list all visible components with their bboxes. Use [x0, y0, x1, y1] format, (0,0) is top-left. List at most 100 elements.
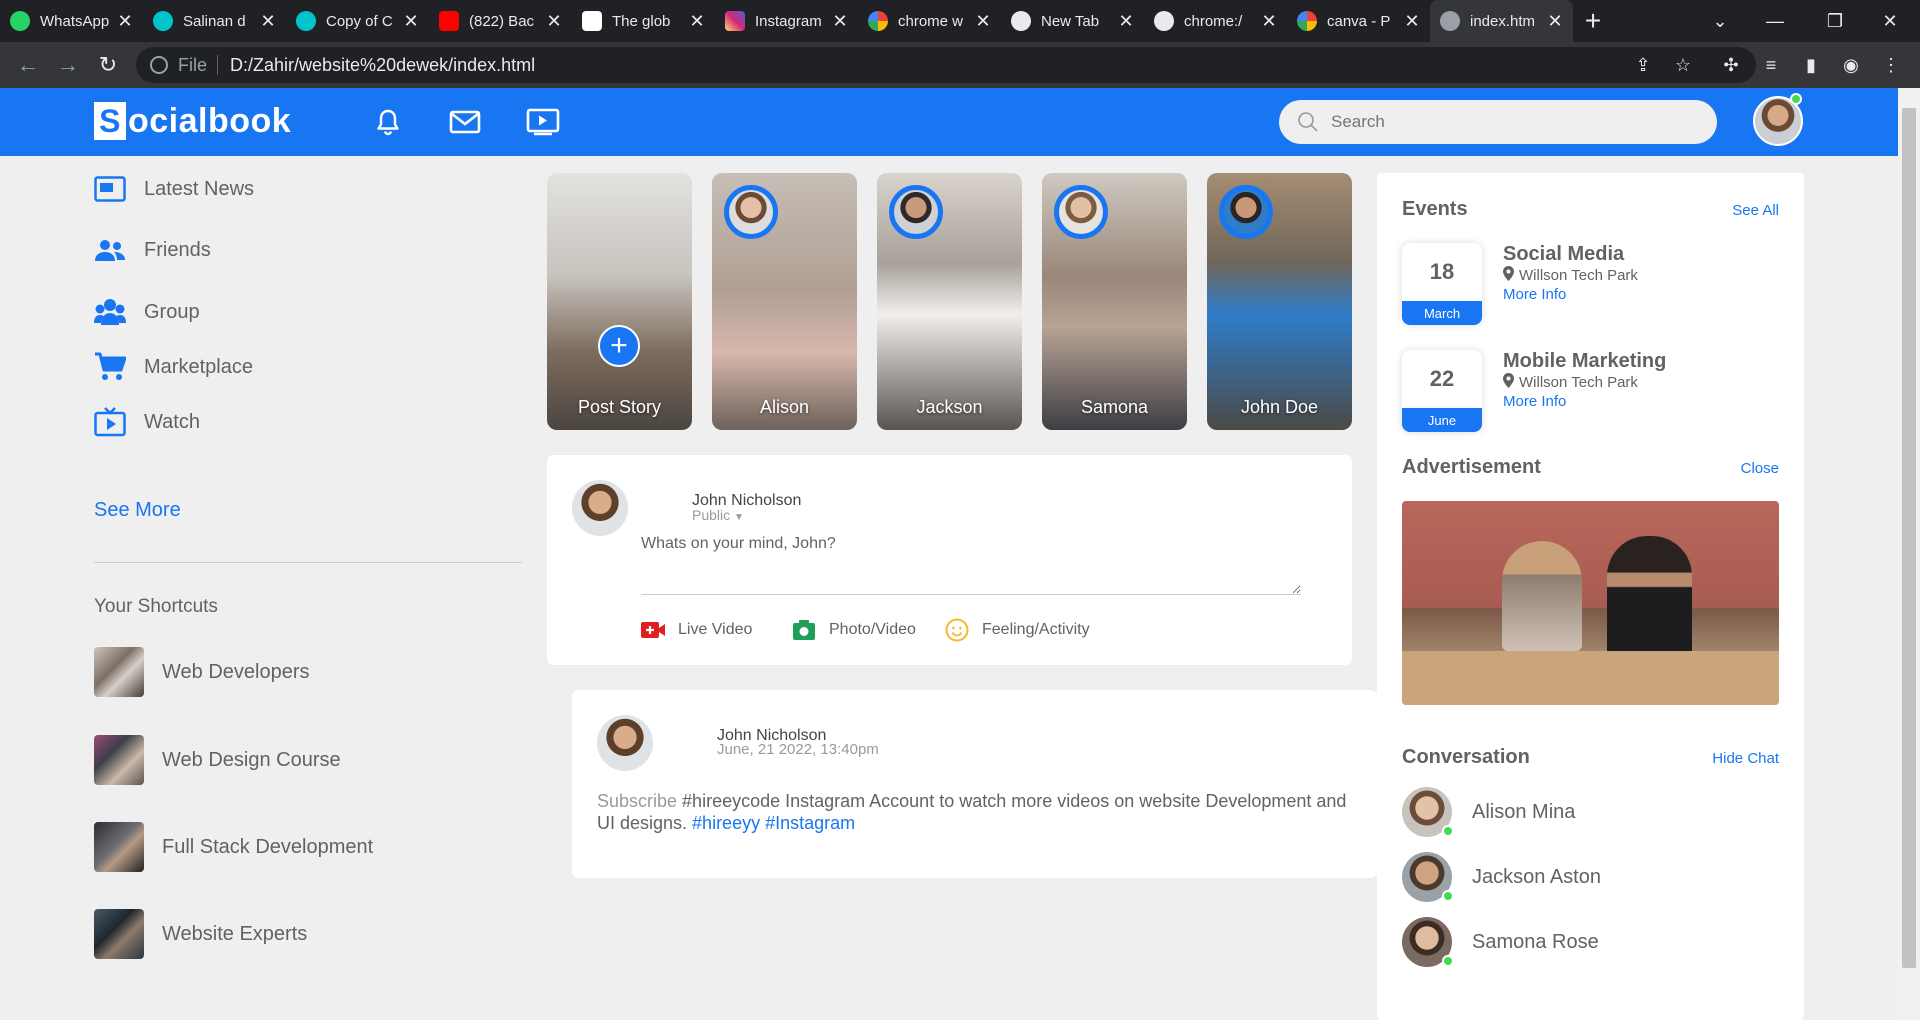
shortcut-web-design-course[interactable]: Web Design Course: [94, 735, 341, 785]
add-story-icon[interactable]: +: [598, 325, 640, 367]
right-sidebar: Events See All 18 March Social Media Wil…: [1377, 173, 1804, 1020]
sidebar-item-group[interactable]: Group: [94, 292, 200, 332]
minimize-button[interactable]: —: [1745, 0, 1805, 42]
user-avatar[interactable]: [597, 715, 653, 771]
sidebar-item-marketplace[interactable]: Marketplace: [94, 347, 253, 387]
chrome-icon: [1011, 11, 1031, 31]
story-john-doe[interactable]: John Doe: [1207, 173, 1352, 430]
bookmark-star-icon[interactable]: ☆: [1668, 50, 1698, 80]
share-icon[interactable]: ⇪: [1628, 50, 1658, 80]
close-icon[interactable]: ✕: [260, 11, 276, 32]
close-window-button[interactable]: ✕: [1860, 0, 1920, 42]
maximize-button[interactable]: ❐: [1805, 0, 1865, 42]
see-all-events-link[interactable]: See All: [1732, 202, 1779, 219]
inbox-mail-icon[interactable]: [447, 106, 483, 138]
story-alison[interactable]: Alison: [712, 173, 857, 430]
event-location: Willson Tech Park: [1503, 266, 1638, 285]
side-panel-icon[interactable]: ▮: [1796, 50, 1826, 80]
privacy-selector[interactable]: Public ▼: [692, 507, 744, 523]
media-queue-icon[interactable]: ≡: [1756, 50, 1786, 80]
sidebar-item-latest-news[interactable]: Latest News: [94, 169, 254, 209]
tab-search-icon[interactable]: ⌄: [1690, 0, 1750, 42]
browser-tab-chrome-settings[interactable]: chrome:/✕: [1144, 0, 1287, 42]
close-icon[interactable]: ✕: [1404, 11, 1420, 32]
shortcut-website-experts[interactable]: Website Experts: [94, 909, 307, 959]
story-avatar: [1219, 185, 1273, 239]
feeling-activity-button[interactable]: Feeling/Activity: [944, 615, 1090, 645]
address-bar[interactable]: File D:/Zahir/website%20dewek/index.html: [136, 47, 1756, 83]
event-more-info-link[interactable]: More Info: [1503, 286, 1566, 303]
story-jackson[interactable]: Jackson: [877, 173, 1022, 430]
browser-tab-w3schools[interactable]: The glob ✕: [572, 0, 715, 42]
url-text: D:/Zahir/website%20dewek/index.html: [230, 54, 536, 75]
browser-tab-canva-copy-2[interactable]: Copy of C ✕: [286, 0, 429, 42]
close-icon[interactable]: ✕: [832, 11, 848, 32]
story-samona[interactable]: Samona: [1042, 173, 1187, 430]
new-tab-button[interactable]: +: [1573, 0, 1613, 42]
profile-icon[interactable]: ◉: [1836, 50, 1866, 80]
event-more-info-link[interactable]: More Info: [1503, 393, 1566, 410]
close-icon[interactable]: ✕: [1547, 11, 1563, 32]
socialbook-logo[interactable]: Socialbook: [94, 101, 291, 141]
event-title: Social Media: [1503, 243, 1625, 265]
notification-bell-icon[interactable]: [370, 106, 406, 138]
search-input[interactable]: [1331, 112, 1691, 132]
see-more-link[interactable]: See More: [94, 499, 181, 522]
page-scrollbar[interactable]: [1898, 88, 1920, 1020]
forward-icon[interactable]: →: [48, 45, 88, 85]
shortcut-thumbnail: [94, 822, 144, 872]
w3schools-icon: [582, 11, 602, 31]
close-icon[interactable]: ✕: [403, 11, 419, 32]
search-bar[interactable]: [1279, 100, 1717, 144]
chat-contact-samona-rose[interactable]: Samona Rose: [1402, 916, 1599, 968]
user-avatar[interactable]: [572, 480, 628, 536]
hashtag-link[interactable]: #Instagram: [765, 813, 855, 833]
close-icon[interactable]: ✕: [975, 11, 991, 32]
contact-avatar: [1402, 852, 1454, 902]
sidebar-item-friends[interactable]: Friends: [94, 230, 211, 270]
sidebar-item-watch[interactable]: Watch: [94, 402, 200, 442]
story-post-story[interactable]: + Post Story: [547, 173, 692, 430]
chat-contact-jackson-aston[interactable]: Jackson Aston: [1402, 851, 1601, 903]
menu-icon[interactable]: ⋮: [1876, 50, 1906, 80]
story-avatar: [724, 185, 778, 239]
close-icon[interactable]: ✕: [1118, 11, 1134, 32]
conversation-heading: Conversation: [1402, 746, 1530, 768]
browser-tab-google-canva[interactable]: canva - P ✕: [1287, 0, 1430, 42]
post-text-input[interactable]: [641, 535, 1301, 595]
close-icon[interactable]: ✕: [546, 11, 562, 32]
scrollbar-thumb[interactable]: [1902, 108, 1916, 968]
chat-contact-alison-mina[interactable]: Alison Mina: [1402, 786, 1575, 838]
friends-icon: [94, 234, 126, 266]
browser-tab-instagram[interactable]: Instagram ✕: [715, 0, 858, 42]
shortcut-thumbnail: [94, 735, 144, 785]
video-icon[interactable]: [525, 106, 561, 138]
shortcut-web-developers[interactable]: Web Developers: [94, 647, 309, 697]
back-icon[interactable]: ←: [8, 45, 48, 85]
shortcut-full-stack-development[interactable]: Full Stack Development: [94, 822, 373, 872]
close-icon[interactable]: ✕: [117, 11, 133, 32]
browser-tab-youtube[interactable]: (822) Bac ✕: [429, 0, 572, 42]
close-ad-link[interactable]: Close: [1741, 460, 1779, 477]
contact-avatar: [1402, 917, 1454, 967]
browser-tab-new-tab[interactable]: New Tab ✕: [1001, 0, 1144, 42]
hide-chat-link[interactable]: Hide Chat: [1712, 750, 1779, 767]
close-icon[interactable]: ✕: [1261, 11, 1277, 32]
online-status-indicator: [1790, 93, 1802, 105]
browser-tab-whatsapp[interactable]: WhatsApp ✕: [0, 0, 143, 42]
hashtag-link[interactable]: #hireeyy: [692, 813, 760, 833]
info-icon[interactable]: [150, 56, 168, 74]
reload-icon[interactable]: ↻: [88, 45, 128, 85]
post-card: John Nicholson June, 21 2022, 13:40pm Su…: [572, 690, 1377, 878]
app-navbar: Socialbook: [0, 88, 1898, 156]
browser-tab-google-chrome-w[interactable]: chrome w ✕: [858, 0, 1001, 42]
browser-tab-canva-copy[interactable]: Salinan d ✕: [143, 0, 286, 42]
extensions-icon[interactable]: ✣: [1716, 50, 1746, 80]
advertisement-image[interactable]: [1402, 501, 1779, 705]
google-icon: [1297, 11, 1317, 31]
photo-video-button[interactable]: Photo/Video: [791, 615, 916, 645]
close-icon[interactable]: ✕: [689, 11, 705, 32]
live-video-button[interactable]: Live Video: [640, 615, 752, 645]
browser-tab-index-active[interactable]: index.htm ✕: [1430, 0, 1573, 42]
location-pin-icon: [1503, 373, 1514, 392]
